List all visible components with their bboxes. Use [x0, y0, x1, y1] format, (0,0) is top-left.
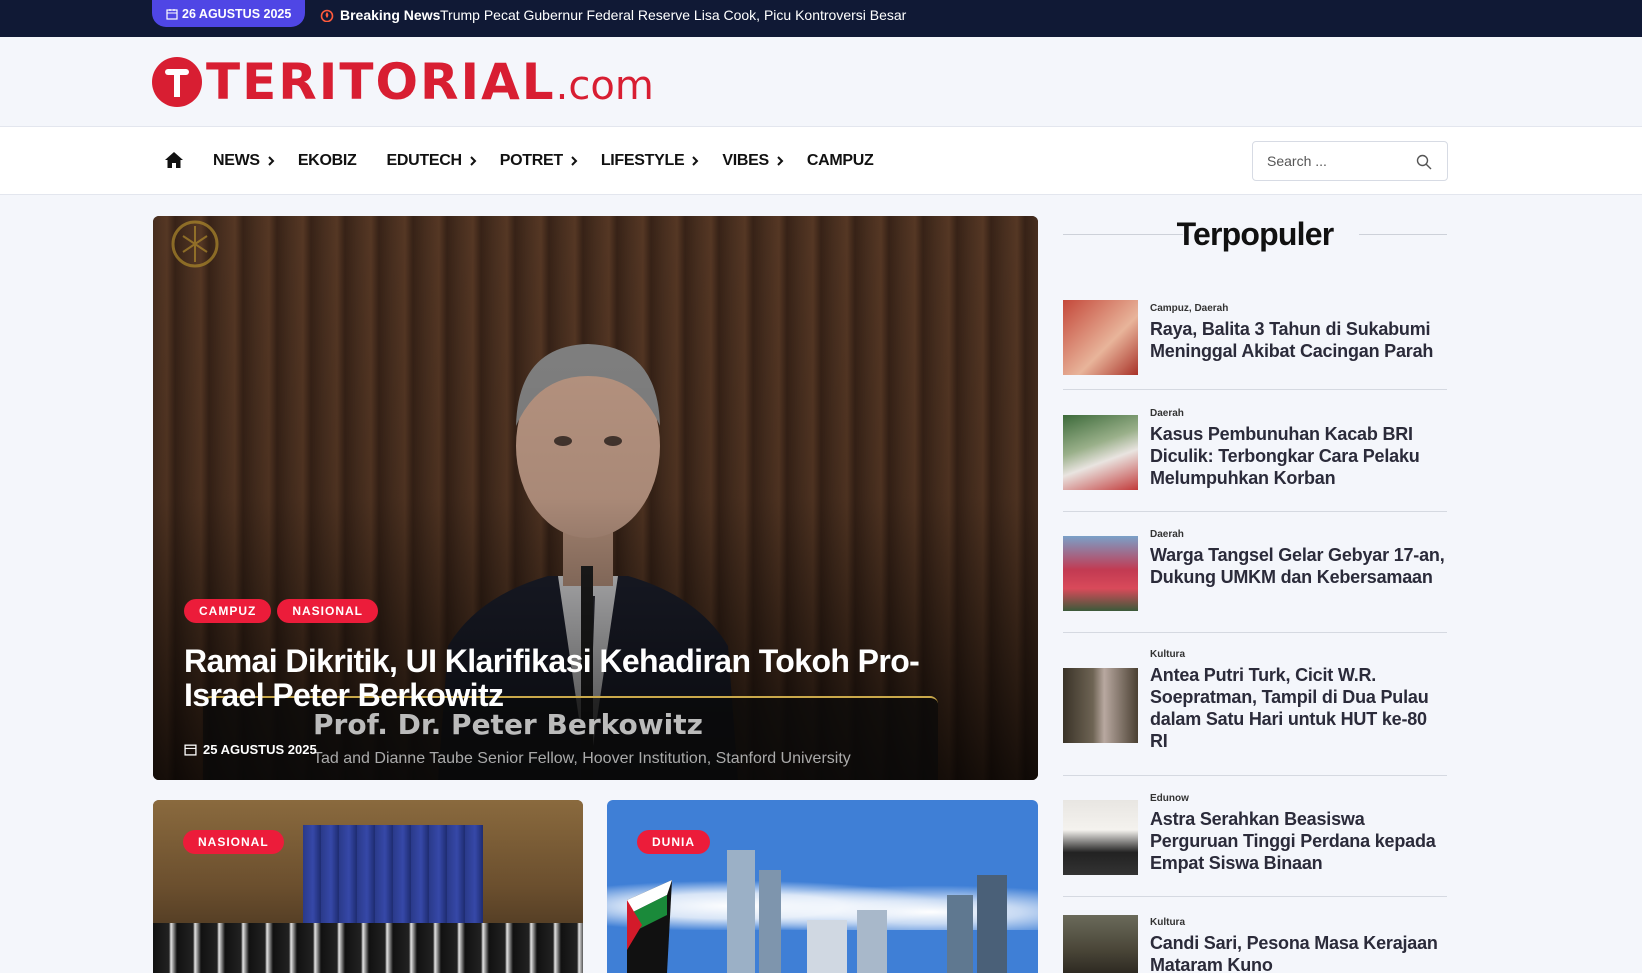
caption-role: Tad and Dianne Taube Senior Fellow, Hoov…: [313, 750, 851, 767]
calendar-icon: [166, 8, 178, 20]
popular-title-link[interactable]: Kasus Pembunuhan Kacab BRI Diculik: Terb…: [1150, 423, 1446, 489]
popular-thumbnail: [1063, 800, 1138, 875]
hero-date: 25 AGUSTUS 2025: [184, 742, 317, 757]
nav-menu: NEWS EKOBIZ EDUTECH POTRET LIFESTYLE VIB…: [213, 127, 896, 195]
divider: [1359, 234, 1447, 235]
popular-category[interactable]: Kultura: [1150, 649, 1185, 660]
tag-dunia[interactable]: DUNIA: [637, 830, 710, 854]
popular-category[interactable]: Kultura: [1150, 917, 1185, 928]
tag-campuz[interactable]: CAMPUZ: [184, 599, 272, 623]
chevron-right-icon: [692, 156, 699, 166]
logo-text: TERITORIAL: [206, 53, 556, 111]
popular-category[interactable]: Campuz, Daerah: [1150, 303, 1228, 314]
logo-suffix: .com: [555, 63, 654, 109]
flame-icon: [320, 9, 334, 22]
popular-title-link[interactable]: Warga Tangsel Gelar Gebyar 17-an, Dukung…: [1150, 544, 1446, 588]
popular-item[interactable]: Kultura Candi Sari, Pesona Masa Kerajaan…: [1063, 897, 1447, 973]
article-card[interactable]: DUNIA: [607, 800, 1038, 973]
popular-category[interactable]: Daerah: [1150, 408, 1184, 419]
home-icon[interactable]: [164, 150, 184, 170]
current-date: 26 AGUSTUS 2025: [182, 6, 292, 21]
chevron-right-icon: [268, 156, 275, 166]
hero-title[interactable]: Ramai Dikritik, UI Klarifikasi Kehadiran…: [184, 644, 944, 712]
chevron-right-icon: [470, 156, 477, 166]
popular-thumbnail: [1063, 415, 1138, 490]
featured-article[interactable]: Prof. Dr. Peter Berkowitz Tad and Dianne…: [153, 216, 1038, 780]
card-image-skyline: [627, 850, 1007, 973]
popular-title-link[interactable]: Antea Putri Turk, Cicit W.R. Soepratman,…: [1150, 664, 1446, 752]
popular-title-link[interactable]: Raya, Balita 3 Tahun di Sukabumi Meningg…: [1150, 318, 1446, 362]
popular-title-link[interactable]: Astra Serahkan Beasiswa Perguruan Tinggi…: [1150, 808, 1446, 874]
popular-item[interactable]: Kultura Antea Putri Turk, Cicit W.R. Soe…: [1063, 633, 1447, 776]
popular-thumbnail: [1063, 668, 1138, 743]
nav-item-edutech[interactable]: EDUTECH: [386, 152, 477, 170]
ticker-headline-link[interactable]: Trump Pecat Gubernur Federal Reserve Lis…: [440, 0, 906, 30]
article-card[interactable]: NASIONAL: [153, 800, 583, 973]
search-input[interactable]: [1267, 151, 1407, 171]
nav-item-potret[interactable]: POTRET: [500, 152, 579, 170]
nav-item-lifestyle[interactable]: LIFESTYLE: [601, 152, 701, 170]
top-bar: 26 AGUSTUS 2025 Breaking News Trump Peca…: [0, 0, 1642, 37]
nav-item-vibes[interactable]: VIBES: [722, 152, 785, 170]
tag-nasional[interactable]: NASIONAL: [183, 830, 284, 854]
tag-nasional[interactable]: NASIONAL: [277, 599, 378, 623]
popular-item[interactable]: Edunow Astra Serahkan Beasiswa Perguruan…: [1063, 776, 1447, 897]
nav-item-ekobiz[interactable]: EKOBIZ: [298, 152, 357, 170]
popular-item[interactable]: Daerah Warga Tangsel Gelar Gebyar 17-an,…: [1063, 512, 1447, 633]
hero-tags: CAMPUZ NASIONAL: [184, 599, 378, 623]
logo-mark-icon: [152, 57, 202, 107]
main-nav: NEWS EKOBIZ EDUTECH POTRET LIFESTYLE VIB…: [0, 127, 1642, 195]
chevron-right-icon: [571, 156, 578, 166]
popular-item[interactable]: Campuz, Daerah Raya, Balita 3 Tahun di S…: [1063, 296, 1447, 390]
search-icon[interactable]: [1416, 154, 1432, 170]
popular-header: Terpopuler: [1063, 216, 1447, 256]
popular-item[interactable]: Daerah Kasus Pembunuhan Kacab BRI Diculi…: [1063, 390, 1447, 512]
site-logo[interactable]: TERITORIAL .com: [152, 55, 654, 109]
card-image-people: [153, 923, 583, 973]
nav-item-campuz[interactable]: CAMPUZ: [807, 152, 874, 170]
date-badge: 26 AGUSTUS 2025: [152, 0, 306, 27]
popular-title-link[interactable]: Candi Sari, Pesona Masa Kerajaan Mataram…: [1150, 932, 1446, 973]
chevron-right-icon: [777, 156, 784, 166]
calendar-icon: [184, 744, 197, 756]
popular-category[interactable]: Daerah: [1150, 529, 1184, 540]
popular-thumbnail: [1063, 536, 1138, 611]
nav-item-news[interactable]: NEWS: [213, 152, 276, 170]
popular-category[interactable]: Edunow: [1150, 793, 1189, 804]
popular-thumbnail: [1063, 915, 1138, 973]
popular-thumbnail: [1063, 300, 1138, 375]
search-box: [1252, 141, 1448, 181]
breaking-news-label: Breaking News: [320, 0, 440, 30]
logo-header: TERITORIAL .com: [0, 37, 1642, 127]
